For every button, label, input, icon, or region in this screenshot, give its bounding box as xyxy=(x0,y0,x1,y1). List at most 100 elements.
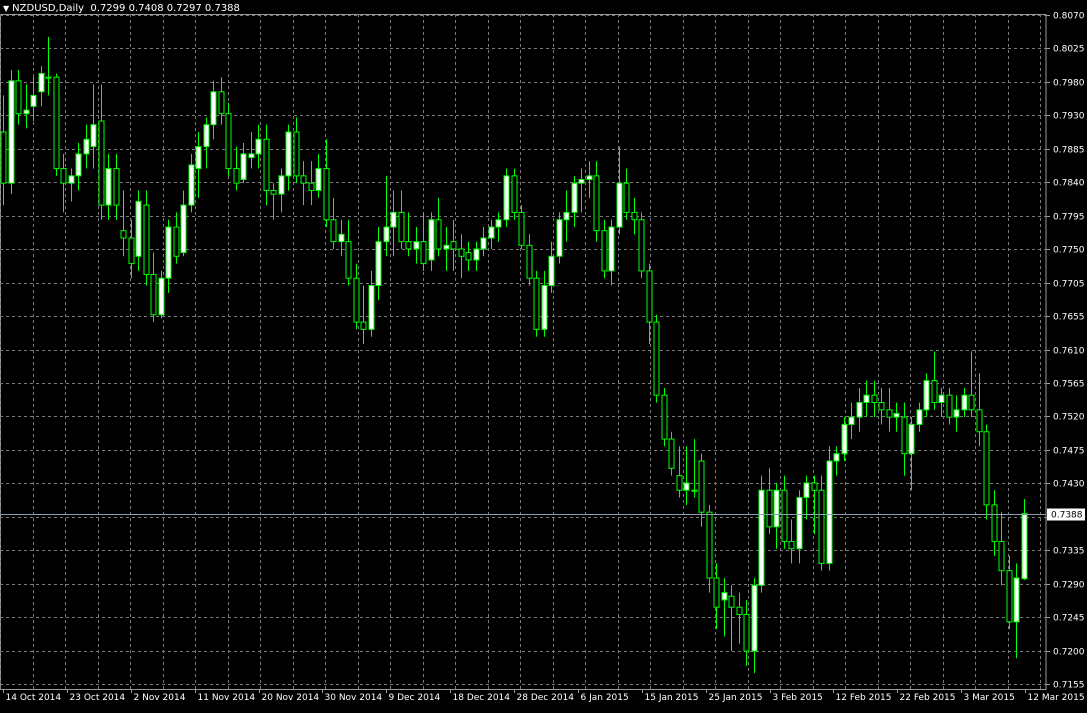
candle xyxy=(45,36,52,96)
candle xyxy=(586,161,593,198)
candle xyxy=(526,234,533,286)
candle xyxy=(683,446,690,505)
time-tick-label: 14 Oct 2014 xyxy=(6,693,62,703)
candle-body-bull xyxy=(826,460,833,564)
candle-body-bull xyxy=(23,109,30,115)
candle xyxy=(420,212,427,271)
candle xyxy=(180,190,187,257)
time-tick-label: 15 Jan 2015 xyxy=(645,693,699,703)
candle-body-bear xyxy=(263,138,270,191)
candle-body-bear xyxy=(991,504,998,542)
candle xyxy=(68,168,75,202)
candle xyxy=(480,227,487,257)
candle-body-bear xyxy=(1006,570,1013,623)
candle-body-bear xyxy=(638,219,645,272)
candle-body-bear xyxy=(398,211,405,243)
candle-body-bear xyxy=(353,277,360,323)
candle-body-bear xyxy=(150,274,157,316)
price-tick-label: 0.7610 xyxy=(1053,347,1085,357)
candle-body-bear xyxy=(308,182,315,191)
price-tick-label: 0.8025 xyxy=(1053,45,1085,55)
candle xyxy=(646,263,653,345)
price-tick-label: 0.7335 xyxy=(1053,547,1085,557)
candle xyxy=(413,227,420,264)
candle xyxy=(398,190,405,249)
candle xyxy=(811,475,818,535)
candle xyxy=(691,439,698,498)
candle-body-bull xyxy=(563,211,570,221)
candle-body-bull xyxy=(541,285,548,330)
candle-body-bear xyxy=(601,230,608,272)
candle-body-bull xyxy=(68,175,75,184)
candle-body-bull xyxy=(428,219,435,261)
candle-body-bear xyxy=(518,211,525,246)
candle-body-bull xyxy=(368,285,375,330)
candle xyxy=(308,161,315,206)
candle xyxy=(638,212,645,279)
candle-body-bear xyxy=(766,489,773,528)
candle-body-bull xyxy=(255,138,262,155)
chart-header: ▼ NZDUSD,Daily 0.7299 0.7408 0.7297 0.738… xyxy=(3,2,240,16)
candle xyxy=(728,585,735,652)
candle xyxy=(908,417,915,491)
candle-body-bull xyxy=(38,72,45,93)
price-tick-label: 0.7795 xyxy=(1053,213,1085,223)
time-tick-label: 28 Dec 2014 xyxy=(517,693,575,703)
candle xyxy=(218,77,225,125)
candle xyxy=(330,197,337,249)
candle xyxy=(841,417,848,461)
candle xyxy=(90,84,97,169)
candle xyxy=(188,153,195,213)
candle xyxy=(893,402,900,432)
candle xyxy=(653,314,660,403)
candle xyxy=(616,146,623,235)
candle-body-bear xyxy=(218,91,225,115)
price-chart[interactable]: ▼ NZDUSD,Daily 0.7299 0.7408 0.7297 0.738… xyxy=(0,0,1087,709)
candle-body-bull xyxy=(30,94,37,107)
candle-body-bear xyxy=(931,380,938,404)
candle xyxy=(976,373,983,447)
candle xyxy=(878,387,885,425)
candle-body-bull xyxy=(571,182,578,213)
candle xyxy=(773,482,780,549)
candle-body-bull xyxy=(338,233,345,243)
candle-body-bull xyxy=(578,179,585,184)
candle-body-bull xyxy=(908,423,915,455)
time-tick-label: 12 Mar 2015 xyxy=(1028,693,1085,703)
candle xyxy=(781,475,788,549)
candle xyxy=(788,519,795,564)
candle-body-bear xyxy=(435,219,442,250)
candle-body-bear xyxy=(128,237,135,265)
price-tick-label: 0.7565 xyxy=(1053,380,1085,390)
candle xyxy=(803,475,810,520)
candle xyxy=(571,175,578,228)
candle xyxy=(30,77,37,122)
time-tick-label: 18 Dec 2014 xyxy=(453,693,511,703)
price-tick-label: 0.7430 xyxy=(1053,480,1085,490)
candle xyxy=(713,563,720,630)
chart-canvas[interactable]: 0.8070 0.8025 0.7980 0.7930 0.7885 0.7840 0.77… xyxy=(0,0,1087,709)
time-tick-label: 20 Nov 2014 xyxy=(262,693,320,703)
candle-body-bull xyxy=(278,175,285,195)
candle-body-bear xyxy=(360,321,367,330)
candle xyxy=(901,402,908,476)
candle-body-bear xyxy=(781,489,788,542)
candle-body-bull xyxy=(240,153,247,181)
candle-body-bear xyxy=(300,175,307,184)
candle xyxy=(946,387,953,425)
time-tick-label: 9 Dec 2014 xyxy=(389,693,441,703)
candle-body-bear xyxy=(330,219,337,243)
candle xyxy=(443,227,450,271)
candle-body-bull xyxy=(923,380,930,411)
current-price-label: 0.7388 xyxy=(1051,511,1083,521)
candle xyxy=(736,592,743,644)
candle xyxy=(991,490,998,557)
candle-body-bull xyxy=(473,248,480,261)
candle-body-bull xyxy=(1021,513,1028,580)
candle-body-bear xyxy=(53,76,60,170)
candle-body-bull xyxy=(916,409,923,425)
time-tick-label: 11 Nov 2014 xyxy=(198,693,256,703)
candle xyxy=(105,153,112,220)
candle xyxy=(323,139,330,228)
candle-body-bull xyxy=(863,394,870,404)
